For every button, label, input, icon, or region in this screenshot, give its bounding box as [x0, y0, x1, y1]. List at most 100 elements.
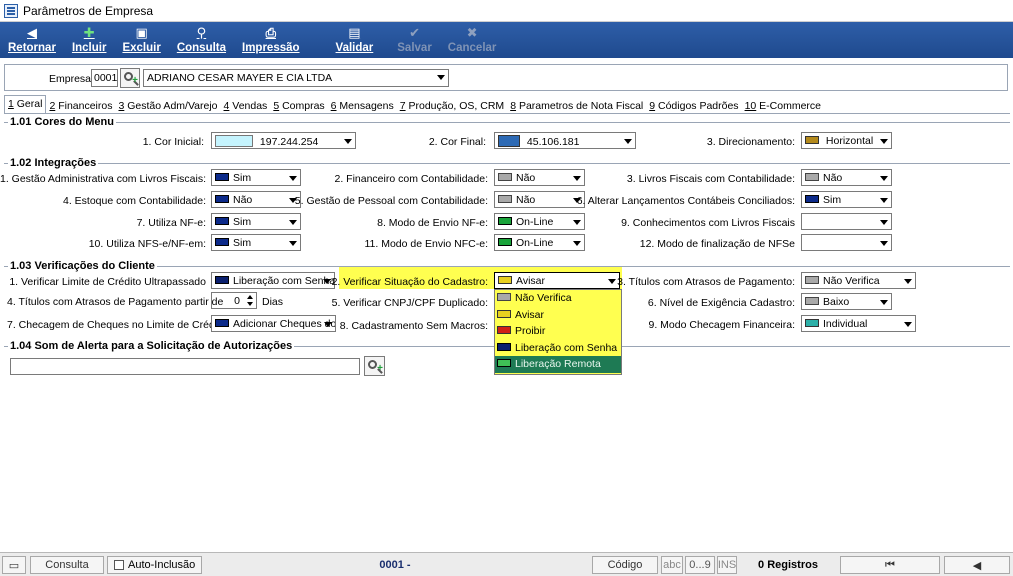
empresa-code-field[interactable]: 0001 [91, 69, 118, 87]
cor-inicial-combo[interactable]: 197.244.254 [211, 132, 356, 149]
empresa-lookup-button[interactable]: + [120, 68, 140, 88]
consulta-status[interactable]: Consulta [30, 556, 104, 574]
option-swatch [498, 238, 512, 246]
plus-icon: + [377, 363, 383, 374]
verif-nivel-exigencia-combo[interactable]: Baixo [801, 293, 892, 310]
tab-financeiros[interactable]: 2 Financeiros [46, 98, 115, 113]
first-record-icon[interactable]: ⏮ [840, 556, 940, 574]
x-icon: ✖ [466, 25, 478, 40]
codigo-status[interactable]: Código [592, 556, 658, 574]
integ-alterar-lanc-combo[interactable]: Sim [801, 191, 892, 208]
integ-nfe-combo[interactable]: Sim [211, 213, 301, 230]
tab-geral[interactable]: 1 Geral [4, 95, 47, 113]
empresa-label: Empresa [49, 73, 92, 85]
tab-strip: 1 Geral 2 Financeiros 3 Gestão Adm/Varej… [4, 95, 824, 113]
verif-situacao-cadastro-combo[interactable]: Avisar [494, 272, 620, 289]
som-file-input[interactable] [10, 358, 360, 375]
dropdown-option-selected[interactable]: Liberação Remota [495, 356, 621, 373]
tab-vendas[interactable]: 4 Vendas [221, 98, 271, 113]
chevron-down-icon [880, 220, 888, 225]
tab-mensagens[interactable]: 6 Mensagens [328, 98, 397, 113]
record-indicator: 0001 - [379, 559, 411, 571]
keyboard-icon[interactable]: ▭ [2, 556, 26, 574]
chevron-down-icon [324, 322, 332, 327]
integ-envio-nfce-combo[interactable]: On-Line [494, 234, 585, 251]
tab-ecommerce[interactable]: 10 E-Commerce [742, 98, 824, 113]
option-swatch [498, 276, 512, 284]
spin-down-icon[interactable] [247, 302, 253, 306]
chevron-down-icon [289, 241, 297, 246]
chevron-down-icon [880, 139, 888, 144]
option-swatch [497, 326, 511, 334]
tab-nota-fiscal[interactable]: 8 Parametros de Nota Fiscal [507, 98, 646, 113]
option-swatch [497, 342, 511, 351]
chevron-down-icon [904, 322, 912, 327]
integ-envio-nfe-combo[interactable]: On-Line [494, 213, 585, 230]
validar-button[interactable]: ▤ Validar [328, 26, 382, 58]
integ-label: 8. Modo de Envio NF-e: [377, 217, 488, 229]
chevron-down-icon [608, 279, 616, 284]
integ-conhecimentos-combo[interactable] [801, 213, 892, 230]
verif-limite-credito-combo[interactable]: Liberação com Senha [211, 272, 335, 289]
chevron-down-icon [573, 220, 581, 225]
consulta-button[interactable]: ⚲ Consulta [169, 26, 234, 58]
integ-finalizacao-nfse-combo[interactable] [801, 234, 892, 251]
integ-livros-fiscais-combo[interactable]: Sim [211, 169, 301, 186]
dropdown-option[interactable]: Liberação com Senha [495, 340, 621, 357]
option-swatch [805, 319, 819, 327]
dias-spinner[interactable]: 0 [211, 292, 257, 309]
checkbox-box[interactable] [114, 560, 124, 570]
option-swatch [215, 195, 229, 203]
som-lookup-button[interactable]: + [364, 356, 385, 376]
verif-label: 3. Títulos com Atrasos de Pagamento: [617, 276, 795, 288]
incluir-button[interactable]: ✚ Incluir [64, 26, 115, 58]
integ-estoque-combo[interactable]: Não [211, 191, 301, 208]
cor-final-combo[interactable]: 45.106.181 [494, 132, 636, 149]
excluir-button[interactable]: ▣ Excluir [114, 26, 168, 58]
integ-label: 11. Modo de Envio NFC-e: [364, 238, 488, 250]
integ-livros-contab-combo[interactable]: Não [801, 169, 892, 186]
verif-label: 4. Títulos com Atrasos de Pagamento part… [7, 296, 224, 308]
empresa-name-combo[interactable]: ADRIANO CESAR MAYER E CIA LTDA [143, 69, 449, 87]
group-title: 1.02 Integrações [8, 157, 99, 169]
impressao-button[interactable]: ⎙ Impressão [234, 26, 308, 58]
tab-compras[interactable]: 5 Compras [270, 98, 327, 113]
salvar-button[interactable]: ✔ Salvar [389, 26, 440, 58]
verif-label: 5. Verificar CNPJ/CPF Duplicado: [331, 297, 488, 309]
integ-label: 4. Estoque com Contabilidade: [62, 195, 206, 207]
integ-pessoal-combo[interactable]: Não [494, 191, 585, 208]
form-icon [4, 3, 18, 18]
dias-unit-label: Dias [262, 296, 284, 308]
option-swatch [215, 173, 229, 181]
direcionamento-combo[interactable]: Horizontal [801, 132, 892, 149]
verif-label: 2. Verificar Situação do Cadastro: [331, 276, 488, 288]
printer-icon: ⎙ [265, 25, 276, 40]
cancelar-button[interactable]: ✖ Cancelar [440, 26, 505, 58]
window-title: Parâmetros de Empresa [23, 3, 154, 18]
option-swatch [805, 136, 819, 144]
chevron-down-icon [289, 176, 297, 181]
chevron-down-icon [904, 279, 912, 284]
tab-codigos[interactable]: 9 Códigos Padrões [646, 98, 741, 113]
integ-nfse-combo[interactable]: Sim [211, 234, 301, 251]
chevron-down-icon [624, 139, 632, 144]
verif-cheques-combo[interactable]: Adicionar Cheques do Cliente [211, 315, 336, 332]
integ-financeiro-combo[interactable]: Não [494, 169, 585, 186]
trash-icon: ▣ [135, 25, 148, 40]
auto-inclusao-checkbox[interactable]: Auto-Inclusão [107, 556, 202, 574]
verif-checagem-financeira-combo[interactable]: Individual [801, 315, 916, 332]
tab-producao[interactable]: 7 Produção, OS, CRM [397, 98, 507, 113]
option-swatch [497, 293, 511, 301]
retornar-button[interactable]: ◀ Retornar [0, 26, 64, 58]
option-swatch [215, 217, 229, 225]
verif-titulos-atraso-combo[interactable]: Não Verifica [801, 272, 916, 289]
numeric-indicator: 0...9 [685, 556, 715, 574]
dropdown-option[interactable]: Avisar [495, 307, 621, 324]
dropdown-option[interactable]: Não Verifica [495, 290, 621, 307]
dropdown-option[interactable]: Proibir [495, 323, 621, 340]
status-bar: ▭ Consulta Auto-Inclusão 0001 - Código a… [0, 552, 1013, 576]
search-icon: ⚲ [196, 25, 207, 40]
tab-gestao-adm[interactable]: 3 Gestão Adm/Varejo [115, 98, 220, 113]
prev-record-icon[interactable]: ◀ [944, 556, 1010, 574]
spin-up-icon[interactable] [247, 295, 253, 299]
